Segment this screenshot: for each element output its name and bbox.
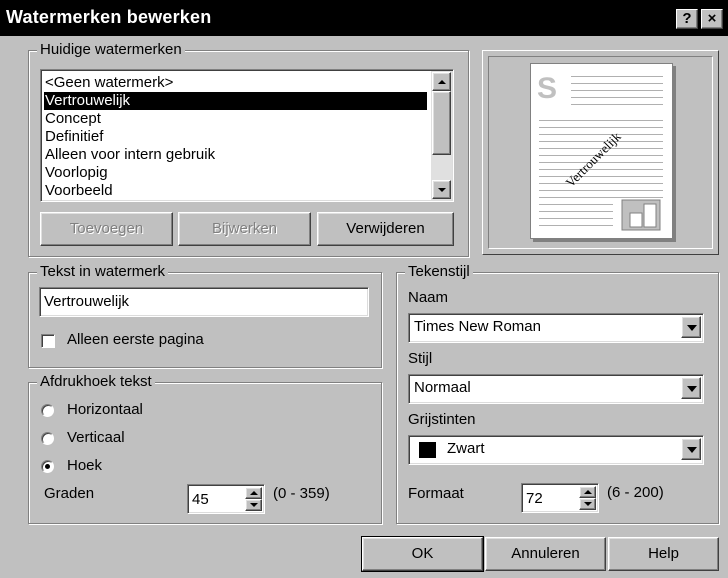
font-style-value: Normaal <box>414 379 471 396</box>
list-item[interactable]: Alleen voor intern gebruik <box>44 146 215 164</box>
preview-inner: S Vertrouwelijk <box>488 56 713 249</box>
font-name-dropdown-button[interactable] <box>681 316 701 338</box>
scroll-up-button[interactable] <box>432 72 451 91</box>
preview-watermark-text: Vertrouwelijk <box>563 129 625 191</box>
font-style-select[interactable]: Normaal <box>408 374 704 404</box>
arrow-up-icon <box>438 80 446 84</box>
current-watermarks-legend: Huidige watermerken <box>37 41 185 59</box>
watermark-text-input[interactable]: Vertrouwelijk <box>39 287 369 317</box>
watermark-text-group: Tekst in watermerk Vertrouwelijk Alleen … <box>28 263 382 368</box>
chevron-down-icon <box>687 386 697 392</box>
close-icon: × <box>707 10 717 27</box>
font-style-legend: Tekenstijl <box>405 263 473 281</box>
scroll-thumb[interactable] <box>432 91 451 155</box>
degrees-value: 45 <box>192 491 209 508</box>
size-decrement-button[interactable] <box>579 498 596 510</box>
cancel-button[interactable]: Annuleren <box>485 537 606 571</box>
ok-button[interactable]: OK <box>361 536 484 572</box>
list-item[interactable]: Concept <box>44 110 101 128</box>
chevron-down-icon <box>687 325 697 331</box>
list-item[interactable]: <Geen watermerk> <box>44 74 173 92</box>
radio-selected-dot <box>45 464 50 469</box>
help-icon-button[interactable]: ? <box>676 9 698 29</box>
add-button[interactable]: Toevoegen <box>40 212 173 246</box>
arrow-up-icon <box>584 490 592 494</box>
help-button[interactable]: Help <box>608 537 719 571</box>
degrees-label: Graden <box>44 485 95 502</box>
watermark-list[interactable]: <Geen watermerk> Vertrouwelijk Concept D… <box>40 69 454 202</box>
arrow-up-icon <box>250 491 258 495</box>
size-increment-button[interactable] <box>579 486 596 498</box>
arrow-down-icon <box>250 503 258 507</box>
list-item-selected[interactable]: Vertrouwelijk <box>44 92 427 110</box>
preview-frame: S Vertrouwelijk <box>482 50 719 255</box>
degrees-range: (0 - 359) <box>273 485 330 502</box>
degrees-spinner[interactable]: 45 <box>187 484 265 514</box>
scroll-down-button[interactable] <box>432 180 451 199</box>
help-icon: ? <box>682 10 692 27</box>
grayscale-dropdown-button[interactable] <box>681 438 701 460</box>
list-item[interactable]: Voorlopig <box>44 164 108 182</box>
font-style-dropdown-button[interactable] <box>681 377 701 399</box>
font-name-label: Naam <box>408 289 449 306</box>
grayscale-value: Zwart <box>447 440 485 457</box>
list-item[interactable]: Definitief <box>44 128 103 146</box>
first-page-only-checkbox[interactable] <box>41 334 55 348</box>
print-angle-group: Afdrukhoek tekst Horizontaal Verticaal H… <box>28 373 382 524</box>
update-button[interactable]: Bijwerken <box>178 212 311 246</box>
font-size-label: Formaat <box>408 485 464 502</box>
horizontal-radio[interactable] <box>41 404 54 417</box>
list-scrollbar[interactable] <box>431 71 452 200</box>
arrow-down-icon <box>584 502 592 506</box>
horizontal-label: Horizontaal <box>67 401 143 418</box>
watermark-dialog: Watermerken bewerken ? × Huidige waterme… <box>0 0 728 578</box>
close-button[interactable]: × <box>701 9 723 29</box>
font-name-select[interactable]: Times New Roman <box>408 313 704 343</box>
font-style-label: Stijl <box>408 350 433 367</box>
angle-label: Hoek <box>67 457 103 474</box>
grayscale-label: Grijstinten <box>408 411 476 428</box>
print-angle-legend: Afdrukhoek tekst <box>37 373 155 391</box>
current-watermarks-group: Huidige watermerken <Geen watermerk> Ver… <box>28 41 469 257</box>
window-title: Watermerken bewerken <box>6 7 212 27</box>
font-size-value: 72 <box>526 490 543 507</box>
preview-logo-letter: S <box>537 72 557 105</box>
watermark-text-legend: Tekst in watermerk <box>37 263 169 281</box>
preview-page: S Vertrouwelijk <box>530 63 673 239</box>
vertical-label: Verticaal <box>67 429 125 446</box>
degrees-increment-button[interactable] <box>245 487 262 499</box>
watermark-text-value: Vertrouwelijk <box>44 293 130 310</box>
vertical-radio[interactable] <box>41 432 54 445</box>
font-size-range: (6 - 200) <box>607 484 664 501</box>
first-page-only-label: Alleen eerste pagina <box>67 331 204 348</box>
title-bar: Watermerken bewerken ? × <box>0 0 728 36</box>
chevron-down-icon <box>687 447 697 453</box>
degrees-decrement-button[interactable] <box>245 499 262 511</box>
grayscale-select[interactable]: Zwart <box>408 435 704 465</box>
font-size-spinner[interactable]: 72 <box>521 483 599 513</box>
font-style-group: Tekenstijl Naam Times New Roman Stijl No… <box>396 263 719 524</box>
color-swatch <box>419 442 436 458</box>
preview-page-graphic: S Vertrouwelijk <box>537 72 663 231</box>
list-item[interactable]: Voorbeeld <box>44 182 113 200</box>
delete-button[interactable]: Verwijderen <box>317 212 454 246</box>
angle-radio[interactable] <box>41 460 54 473</box>
arrow-down-icon <box>438 188 446 192</box>
font-name-value: Times New Roman <box>414 318 541 335</box>
